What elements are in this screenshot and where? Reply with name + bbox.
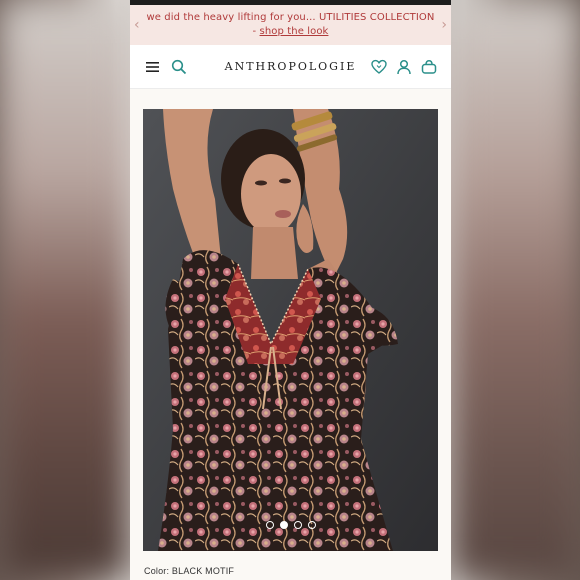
promo-banner: ‹ we did the heavy lifting for you... UT… [130,5,451,45]
carousel-dot[interactable] [293,521,302,529]
menu-icon[interactable] [145,59,161,75]
bag-icon[interactable] [421,59,437,75]
mobile-page: ‹ we did the heavy lifting for you... UT… [130,0,451,580]
search-icon[interactable] [171,59,187,75]
promo-link[interactable]: shop the look [260,26,329,37]
blurred-background-left [0,0,130,580]
site-header: ANTHROPOLOGIE [130,45,451,89]
product-content: Color: BLACK MOTIF [130,89,451,580]
carousel-dot-active[interactable] [279,521,288,529]
user-icon[interactable] [396,59,412,75]
heart-icon[interactable] [371,59,387,75]
carousel-dot[interactable] [307,521,316,529]
promo-text: we did the heavy lifting for you... UTIL… [146,11,435,39]
carousel-dot[interactable] [265,521,274,529]
blurred-background-right [450,0,580,580]
chevron-right-icon[interactable]: › [441,17,447,33]
color-value: BLACK MOTIF [171,566,235,576]
color-info: Color: BLACK MOTIF [144,566,234,576]
color-label: Color: [144,566,170,576]
carousel-dots [143,521,438,529]
product-image[interactable] [143,109,438,551]
chevron-left-icon[interactable]: ‹ [134,17,140,33]
model-photo [143,109,438,551]
